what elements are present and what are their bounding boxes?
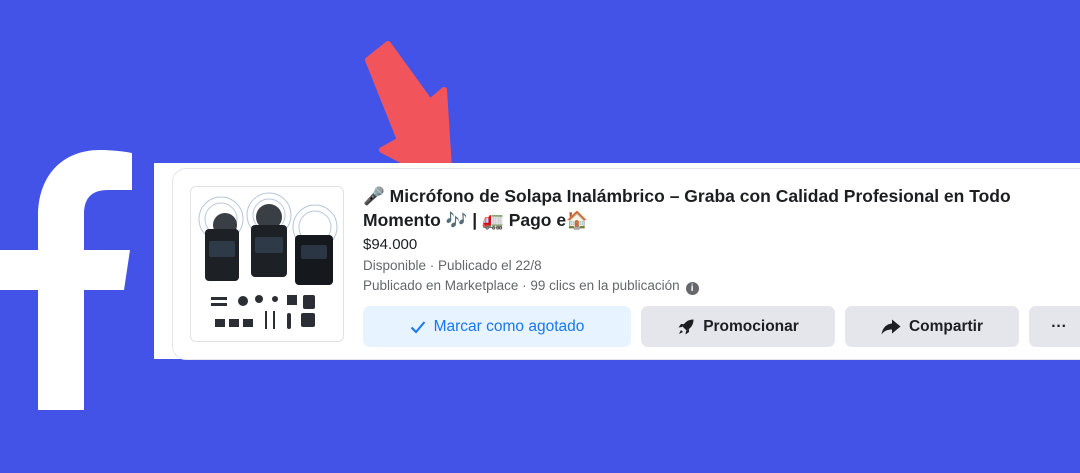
listing-status: Disponible · Publicado el 22/8 [363, 258, 542, 273]
info-icon[interactable]: i [685, 282, 699, 295]
listing-info: 🎤 Micrófono de Solapa Inalámbrico – Grab… [363, 184, 1075, 296]
mark-sold-label: Marcar como agotado [433, 317, 585, 335]
share-button[interactable]: Compartir [845, 306, 1019, 347]
facebook-logo-icon [0, 150, 132, 410]
listing-stats-text: Publicado en Marketplace · 99 clics en l… [363, 278, 680, 293]
listing-thumbnail[interactable] [190, 186, 344, 342]
more-options-icon: ··· [1051, 317, 1067, 335]
listing-stats: Publicado en Marketplace · 99 clics en l… [363, 276, 1075, 296]
stage: 🎤 Micrófono de Solapa Inalámbrico – Grab… [0, 0, 1080, 473]
rocket-icon [678, 319, 694, 334]
more-options-button[interactable]: ··· [1029, 306, 1080, 347]
checkmark-icon [410, 320, 425, 333]
listing-title[interactable]: 🎤 Micrófono de Solapa Inalámbrico – Grab… [363, 184, 1075, 232]
mark-sold-button[interactable]: Marcar como agotado [363, 306, 631, 347]
microphone-kit-image [198, 192, 338, 329]
share-arrow-icon [881, 319, 901, 334]
promote-button[interactable]: Promocionar [641, 306, 835, 347]
listing-price: $94.000 [363, 236, 418, 253]
promote-label: Promocionar [703, 317, 799, 335]
share-label: Compartir [908, 317, 984, 335]
